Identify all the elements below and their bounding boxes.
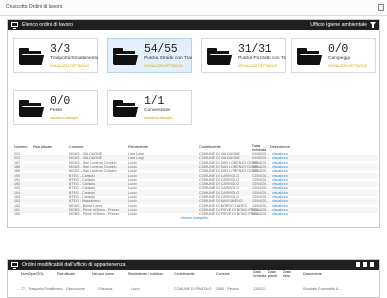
tile-detail-link[interactable]: visualizza dettaglio	[50, 116, 78, 120]
tile-label: Pulizia Pozzetti con Tras...	[238, 56, 286, 61]
folder-icon	[19, 48, 45, 65]
col2-header-data-ritiro[interactable]: Data ritiro	[283, 270, 293, 278]
order-cell: Lucio	[131, 287, 140, 291]
tile-count: 1/1	[144, 95, 165, 108]
folder-icon	[297, 48, 323, 65]
col-header-comune[interactable]: Comune	[69, 145, 83, 149]
window-title: Cruscotto Ordini di lavoro	[6, 4, 63, 10]
tile-campeggi[interactable]: 0/0 Campeggi VISUALIZZA DETTAGLIO	[291, 38, 376, 73]
col2-header-nome[interactable]: Nel suo nome	[92, 272, 114, 276]
col-header-descrizione[interactable]: Descrizione	[270, 145, 290, 149]
funnel-icon[interactable]	[356, 262, 360, 267]
col2-header-contribuente[interactable]: Contribuente	[174, 272, 195, 276]
work-orders-panel: Elenco ordini di lavoro Ufficio Igiene a…	[7, 19, 380, 228]
work-orders-panel-header: Elenco ordini di lavoro Ufficio Igiene a…	[8, 20, 379, 30]
col2-header-numope[interactable]: NumOpe/OOL	[21, 272, 44, 276]
panel-title: Ordini modificabili dall'ufficio di appa…	[22, 262, 126, 268]
col2-header-data-richiesta[interactable]: Data richiesta	[253, 270, 266, 278]
tile-feste[interactable]: 0/0 Feste visualizza dettaglio	[13, 90, 98, 125]
tile-label: Trasporto/Smaltimento...	[50, 56, 98, 61]
order-cell: 3085 - Pinzolo	[216, 287, 239, 291]
tile-pulizia-pozzetti[interactable]: 31/31 Pulizia Pozzetti con Tras... VISUA…	[201, 38, 286, 73]
tile-detail-link[interactable]: visualizza dettaglio	[144, 116, 172, 120]
toolbar-icons	[356, 262, 376, 268]
tile-count: 0/0	[328, 43, 349, 56]
export-icon[interactable]	[363, 262, 367, 267]
folder-icon	[207, 48, 233, 65]
filter-icon[interactable]	[370, 22, 376, 28]
editable-orders-panel-header: Ordini modificabili dall'ufficio di appa…	[8, 260, 379, 270]
col-header-richiedente[interactable]: Richiedente	[128, 145, 148, 149]
order-cell: 13/03/2...	[253, 287, 268, 291]
folder-icon	[113, 48, 139, 65]
tile-count: 54/55	[144, 43, 178, 56]
col2-header-rsa[interactable]: Rsa attuale	[57, 272, 75, 276]
order-cell[interactable]: ... 77 - Trasporto/Smaltiment... Esecuzi…	[17, 287, 85, 291]
print-icon[interactable]	[370, 262, 374, 267]
tile-label: Convenzioni	[144, 108, 171, 113]
document-icon[interactable]	[378, 4, 384, 11]
tile-label: Feste	[50, 108, 62, 113]
tile-detail-link[interactable]: VISUALIZZA DETTAGLIO	[328, 64, 367, 68]
col2-header-data-pianif[interactable]: Data pianif.	[268, 270, 280, 278]
monitor-icon	[11, 262, 18, 269]
monitor-icon	[11, 22, 18, 29]
col2-header-richiedente[interactable]: Richiedente / Indirizzo	[128, 272, 163, 276]
tile-detail-link[interactable]: VISUALIZZA DETTAGLIO	[238, 64, 277, 68]
tile-detail-link[interactable]: VISUALIZZA DETTAGLIO	[144, 64, 183, 68]
order-cell: COMUNE DI PINZOLO	[174, 287, 212, 291]
order-cell: Chiusura	[98, 287, 113, 291]
folder-icon	[113, 100, 139, 117]
col-header-numero[interactable]: Numero	[14, 145, 28, 149]
full-list-link[interactable]: elenco completo	[8, 216, 381, 220]
col-header-contribuente[interactable]: Contribuente	[199, 145, 221, 149]
col-header-rsa[interactable]: Rsa attuale	[33, 145, 52, 149]
tile-count: 0/0	[50, 95, 71, 108]
tile-count: 31/31	[238, 43, 272, 56]
window-titlebar: Cruscotto Ordini di lavoro	[0, 0, 387, 16]
folder-icon	[19, 100, 45, 117]
tile-detail-link[interactable]: VISUALIZZA DETTAGLIO	[50, 64, 89, 68]
order-cell: Svuotato Ecomobile A...	[303, 287, 342, 291]
col2-header-comune[interactable]: Comune	[216, 272, 230, 276]
panel-title: Elenco ordini di lavoro	[22, 22, 74, 28]
tile-convenzioni[interactable]: 1/1 Convenzioni visualizza dettaglio	[107, 90, 192, 125]
tile-label: Campeggi	[328, 56, 350, 61]
editable-orders-panel: Ordini modificabili dall'ufficio di appa…	[7, 259, 380, 298]
col2-header-descrizione[interactable]: Descrizione	[303, 272, 322, 276]
tile-trasporto[interactable]: 3/3 Trasporto/Smaltimento... VISUALIZZA …	[13, 38, 98, 73]
office-label[interactable]: Ufficio Igiene ambientale	[310, 22, 367, 28]
tile-label: Pulizia Strade con Trasp...	[144, 56, 192, 61]
tile-count: 3/3	[50, 43, 71, 56]
tile-pulizia-strade[interactable]: 54/55 Pulizia Strade con Trasp... VISUAL…	[107, 38, 192, 73]
